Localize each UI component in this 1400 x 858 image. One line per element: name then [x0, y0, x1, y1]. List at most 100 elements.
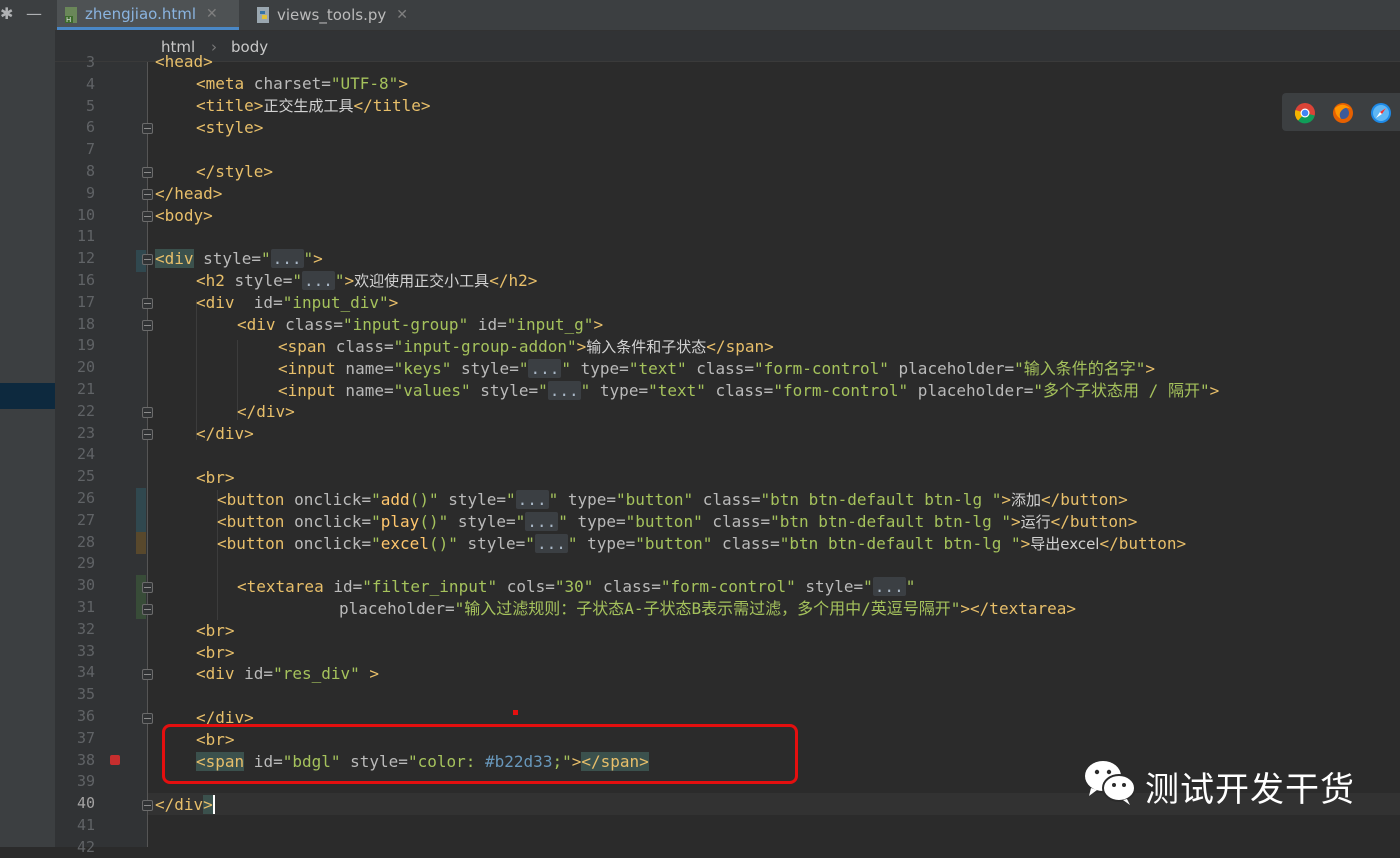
fold-icon[interactable] [142, 254, 153, 265]
svg-text:H: H [66, 16, 71, 24]
html-file-icon: H [65, 7, 77, 24]
code-line-23[interactable]: </div> [196, 423, 254, 445]
line-number: 22 [76, 401, 95, 420]
safari-icon[interactable] [1370, 102, 1392, 124]
line-number: 16 [76, 271, 95, 289]
fold-icon[interactable] [142, 298, 153, 309]
code-line-17[interactable]: <div id="input_div"> [196, 292, 398, 314]
close-icon[interactable]: ✕ [206, 6, 218, 22]
code-line-18[interactable]: <div class="input-group" id="input_g"> [237, 314, 603, 336]
fold-icon[interactable] [142, 669, 153, 680]
change-marker [136, 532, 146, 554]
line-number: 39 [76, 772, 95, 791]
watermark: 测试开发干货 [1083, 758, 1383, 810]
fold-icon[interactable] [142, 123, 153, 134]
line-number: 37 [76, 728, 95, 747]
line-number: 31 [76, 598, 95, 616]
code-line-3[interactable]: <head> [155, 51, 213, 73]
fold-icon[interactable] [142, 800, 153, 811]
close-icon[interactable]: ✕ [396, 7, 408, 23]
line-number: 29 [76, 554, 95, 573]
line-number: 10 [76, 205, 95, 224]
tab-zhengjiao-html[interactable]: H zhengjiao.html ✕ [57, 0, 239, 30]
text-caret [212, 795, 215, 814]
code-line-12[interactable]: <div style="... "> [155, 248, 323, 270]
change-marker [136, 488, 146, 532]
code-line-20[interactable]: <input name="keys" style="... " type="tex… [278, 358, 1155, 380]
breadcrumb-item-body[interactable]: body [231, 38, 268, 56]
browser-preview-toolbar [1282, 93, 1400, 131]
code-line-5[interactable]: <title>正交生成工具</title> [196, 95, 431, 117]
firefox-icon[interactable] [1332, 102, 1354, 124]
code-line-4[interactable]: <meta charset="UTF-8"> [196, 73, 408, 95]
python-file-icon [257, 7, 269, 23]
code-line-10[interactable]: <body> [155, 205, 213, 227]
code-line-26[interactable]: <button onclick="add()" style="... " type… [217, 489, 1128, 511]
code-line-19[interactable]: <span class="input-group-addon">输入条件和子状态… [278, 336, 774, 358]
tab-label: zhengjiao.html [85, 4, 197, 23]
selected-project-item[interactable] [0, 383, 55, 409]
code-line-22[interactable]: </div> [237, 401, 295, 423]
line-number: 34 [76, 663, 95, 682]
code-line-9[interactable]: </head> [155, 183, 222, 205]
code-line-40[interactable]: </div> [155, 794, 215, 816]
fold-icon[interactable] [142, 407, 153, 418]
annotation-dot [513, 710, 518, 715]
line-number: 30 [76, 576, 95, 595]
fold-icon[interactable] [142, 211, 153, 222]
code-line-8[interactable]: </style> [196, 161, 273, 183]
code-line-34[interactable]: <div id="res_div" > [196, 663, 379, 685]
line-number: 11 [76, 227, 95, 246]
line-number: 35 [76, 685, 95, 704]
line-number: 32 [76, 619, 95, 638]
tab-label: views_tools.py [277, 6, 387, 24]
line-number: 3 [85, 53, 95, 71]
minimize-icon[interactable]: — [26, 4, 42, 23]
fold-icon[interactable] [142, 167, 153, 178]
code-line-32[interactable]: <br> [196, 620, 235, 642]
watermark-text: 测试开发干货 [1145, 770, 1355, 810]
line-number: 12 [76, 249, 95, 268]
line-number: 40 [76, 794, 95, 813]
line-number: 27 [76, 510, 95, 529]
line-number: 5 [85, 96, 95, 115]
code-line-25[interactable]: <br> [196, 467, 235, 489]
fold-icon[interactable] [142, 582, 153, 593]
annotation-highlight-box [162, 724, 798, 784]
wechat-icon [1085, 761, 1136, 805]
line-number: 20 [76, 358, 95, 377]
fold-icon[interactable] [142, 320, 153, 331]
fold-icon[interactable] [142, 189, 153, 200]
code-line-6[interactable]: <style> [196, 117, 263, 139]
line-number: 24 [76, 445, 95, 464]
breadcrumb: html › body [55, 31, 1400, 62]
line-number: 21 [76, 380, 95, 398]
code-line-30[interactable]: <textarea id="filter_input" cols="30" cl… [237, 576, 915, 598]
code-line-21[interactable]: <input name="values" style="... " type="t… [278, 380, 1219, 402]
fold-icon[interactable] [142, 429, 153, 440]
code-line-27[interactable]: <button onclick="play()" style="... " typ… [217, 511, 1137, 533]
line-number: 7 [85, 140, 95, 159]
line-number: 9 [85, 183, 95, 202]
editor-tab-bar: H zhengjiao.html ✕ views_tools.py ✕ [55, 0, 1400, 31]
tab-views-tools-py[interactable]: views_tools.py ✕ [249, 0, 421, 30]
fold-icon[interactable] [142, 604, 153, 615]
code-line-16[interactable]: <h2 style="... ">欢迎使用正交小工具</h2> [196, 270, 537, 292]
code-line-28[interactable]: <button onclick="excel()" style="... " ty… [217, 533, 1186, 555]
line-number: 36 [76, 707, 95, 725]
tool-window-strip: ✱ — [0, 0, 56, 847]
fold-icon[interactable] [142, 713, 153, 724]
indent-guide [196, 300, 197, 440]
line-number: 8 [85, 162, 95, 180]
line-number: 6 [85, 118, 95, 137]
chrome-icon[interactable] [1294, 102, 1316, 124]
line-number: 38 [76, 750, 95, 769]
line-number: 19 [76, 336, 95, 355]
line-number: 33 [76, 641, 95, 660]
line-number: 28 [76, 532, 95, 551]
line-number: 41 [76, 816, 95, 834]
code-line-33[interactable]: <br> [196, 642, 235, 664]
breakpoint-marker[interactable] [110, 755, 120, 765]
settings-icon[interactable]: ✱ [0, 4, 13, 23]
code-line-31[interactable]: placeholder="输入过滤规则：子状态A-子状态B表示需过滤，多个用中/… [339, 598, 1076, 620]
